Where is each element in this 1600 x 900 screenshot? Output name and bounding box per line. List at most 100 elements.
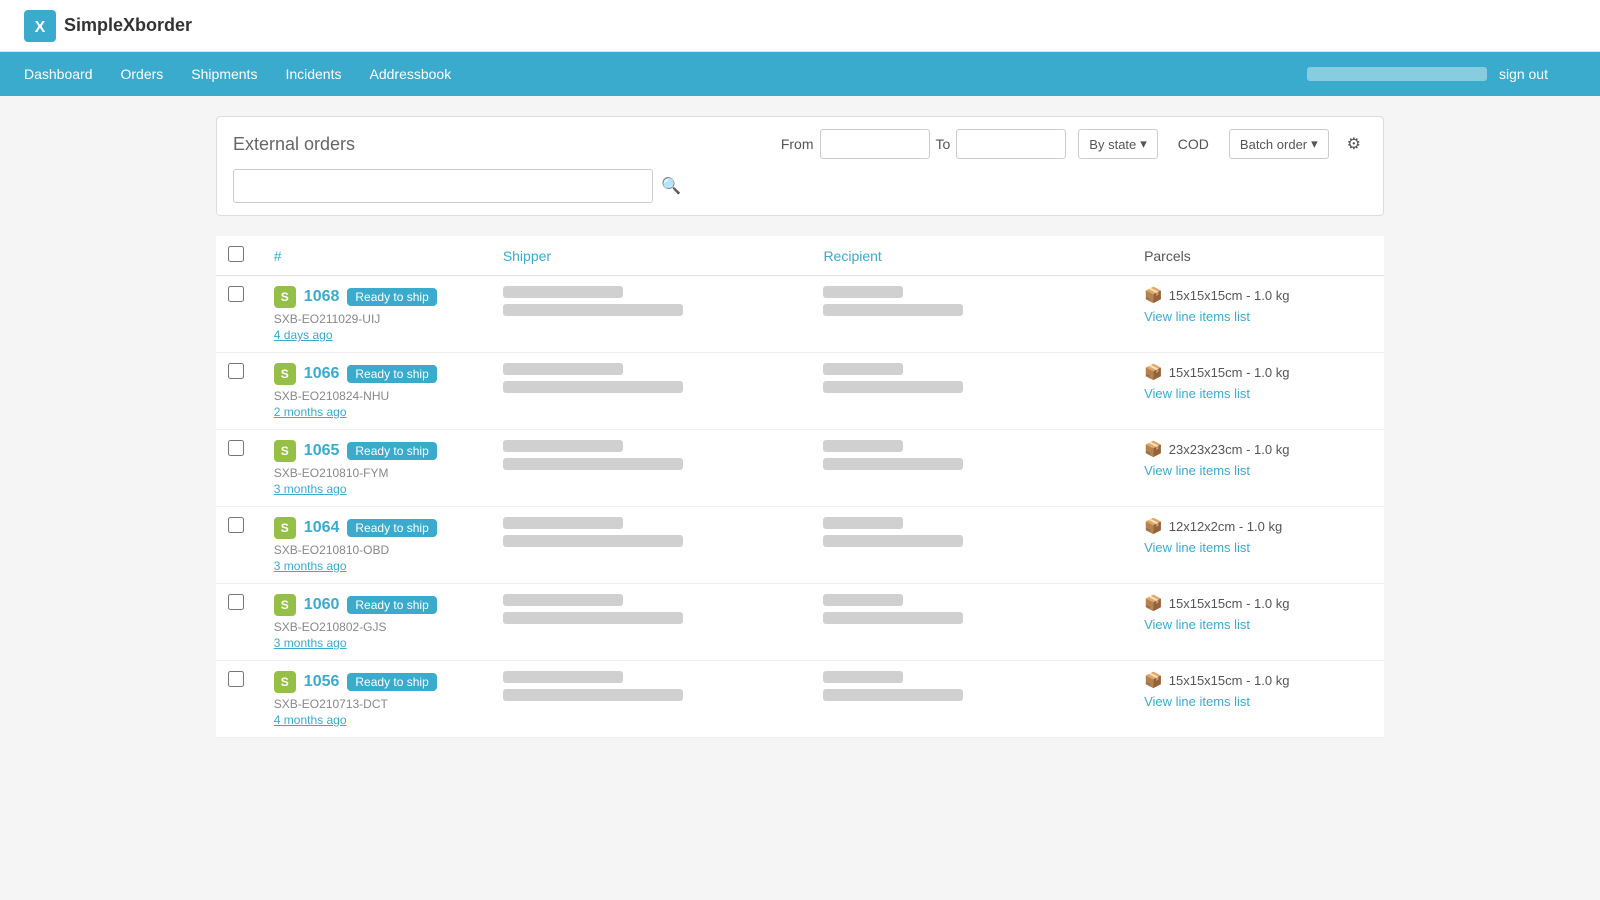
order-number: 1060 [304, 596, 340, 614]
logo-icon: X [24, 10, 56, 42]
view-line-items-link[interactable]: View line items list [1144, 694, 1250, 709]
row-checkbox[interactable] [228, 517, 244, 533]
parcels-cell: 📦 15x15x15cm - 1.0 kg View line items li… [1132, 276, 1384, 353]
shipper-cell [491, 353, 812, 430]
status-badge: Ready to ship [347, 365, 436, 383]
row-checkbox[interactable] [228, 363, 244, 379]
order-ref: SXB-EO210713-DCT [274, 697, 479, 711]
col-parcels-header: Parcels [1132, 236, 1384, 276]
view-line-items-link[interactable]: View line items list [1144, 540, 1250, 555]
recipient-info [823, 286, 1120, 316]
col-parcels-label: Parcels [1144, 248, 1191, 264]
parcel-size: 📦 23x23x23cm - 1.0 kg [1144, 440, 1372, 458]
recipient-info [823, 517, 1120, 547]
from-label: From [781, 136, 814, 152]
row-checkbox-cell [216, 661, 262, 738]
filter-row1: External orders From To By state ▾ COD B… [233, 129, 1367, 159]
parcel-dimensions: 12x12x2cm - 1.0 kg [1169, 519, 1282, 534]
recipient-address-blurred [823, 612, 963, 624]
col-shipper-label: Shipper [503, 248, 551, 264]
by-state-chevron-icon: ▾ [1140, 136, 1147, 152]
row-checkbox[interactable] [228, 286, 244, 302]
cod-button[interactable]: COD [1170, 132, 1217, 156]
table-row: S 1065 Ready to ship SXB-EO210810-FYM 3 … [216, 430, 1384, 507]
view-line-items-link[interactable]: View line items list [1144, 309, 1250, 324]
shipper-address-blurred [503, 535, 683, 547]
shipper-cell [491, 507, 812, 584]
nav-dashboard[interactable]: Dashboard [24, 66, 93, 82]
filter-bar: External orders From To By state ▾ COD B… [216, 116, 1384, 216]
main-content: External orders From To By state ▾ COD B… [200, 96, 1400, 758]
shipper-cell [491, 276, 812, 353]
shipper-info [503, 286, 800, 316]
shipper-info [503, 517, 800, 547]
select-all-checkbox[interactable] [228, 246, 244, 262]
status-badge: Ready to ship [347, 519, 436, 537]
order-time[interactable]: 3 months ago [274, 482, 479, 496]
nav-incidents[interactable]: Incidents [285, 66, 341, 82]
row-checkbox[interactable] [228, 671, 244, 687]
order-time[interactable]: 4 days ago [274, 328, 479, 342]
shipper-name-blurred [503, 440, 623, 452]
search-button[interactable]: 🔍 [661, 176, 681, 196]
parcels-cell: 📦 15x15x15cm - 1.0 kg View line items li… [1132, 353, 1384, 430]
shipper-cell [491, 584, 812, 661]
sign-out-link[interactable]: sign out [1499, 66, 1548, 82]
shopify-icon: S [274, 594, 296, 616]
nav-shipments[interactable]: Shipments [191, 66, 257, 82]
shipper-info [503, 440, 800, 470]
parcel-icon: 📦 [1144, 286, 1163, 304]
parcel-size: 📦 15x15x15cm - 1.0 kg [1144, 286, 1372, 304]
from-date-input[interactable] [820, 129, 930, 159]
app-name: SimpleXborder [64, 15, 192, 36]
parcel-dimensions: 15x15x15cm - 1.0 kg [1169, 596, 1290, 611]
to-date-input[interactable] [956, 129, 1066, 159]
parcel-dimensions: 23x23x23cm - 1.0 kg [1169, 442, 1290, 457]
settings-gear-button[interactable]: ⚙ [1341, 132, 1367, 156]
shipper-address-blurred [503, 458, 683, 470]
order-number-cell: S 1066 Ready to ship SXB-EO210824-NHU 2 … [262, 353, 491, 430]
recipient-cell [811, 584, 1132, 661]
view-line-items-link[interactable]: View line items list [1144, 617, 1250, 632]
orders-table: # Shipper Recipient Parcels S [216, 236, 1384, 738]
parcels-cell: 📦 15x15x15cm - 1.0 kg View line items li… [1132, 584, 1384, 661]
search-input[interactable] [233, 169, 653, 203]
order-time[interactable]: 2 months ago [274, 405, 479, 419]
col-shipper-header: Shipper [491, 236, 812, 276]
order-time[interactable]: 3 months ago [274, 559, 479, 573]
recipient-info [823, 594, 1120, 624]
order-number: 1068 [304, 288, 340, 306]
col-hash-label: # [274, 248, 282, 264]
parcel-icon: 📦 [1144, 440, 1163, 458]
by-state-button[interactable]: By state ▾ [1078, 129, 1158, 159]
view-line-items-link[interactable]: View line items list [1144, 386, 1250, 401]
nav-addressbook[interactable]: Addressbook [370, 66, 452, 82]
shipper-name-blurred [503, 517, 623, 529]
recipient-address-blurred [823, 304, 963, 316]
order-number: 1064 [304, 519, 340, 537]
nav-orders[interactable]: Orders [121, 66, 164, 82]
parcel-size: 📦 15x15x15cm - 1.0 kg [1144, 594, 1372, 612]
table-row: S 1064 Ready to ship SXB-EO210810-OBD 3 … [216, 507, 1384, 584]
recipient-info [823, 440, 1120, 470]
recipient-info [823, 671, 1120, 701]
recipient-address-blurred [823, 458, 963, 470]
batch-order-button[interactable]: Batch order ▾ [1229, 129, 1329, 159]
row-checkbox[interactable] [228, 440, 244, 456]
view-line-items-link[interactable]: View line items list [1144, 463, 1250, 478]
parcel-icon: 📦 [1144, 517, 1163, 535]
row-checkbox-cell [216, 276, 262, 353]
recipient-name-blurred [823, 286, 903, 298]
shipper-info [503, 594, 800, 624]
recipient-name-blurred [823, 363, 903, 375]
batch-order-chevron-icon: ▾ [1311, 136, 1318, 152]
order-time[interactable]: 4 months ago [274, 713, 479, 727]
shipper-info [503, 671, 800, 701]
row-checkbox[interactable] [228, 594, 244, 610]
parcel-size: 📦 15x15x15cm - 1.0 kg [1144, 363, 1372, 381]
parcel-size: 📦 15x15x15cm - 1.0 kg [1144, 671, 1372, 689]
order-number-cell: S 1056 Ready to ship SXB-EO210713-DCT 4 … [262, 661, 491, 738]
row-checkbox-cell [216, 584, 262, 661]
parcels-cell: 📦 12x12x2cm - 1.0 kg View line items lis… [1132, 507, 1384, 584]
order-time[interactable]: 3 months ago [274, 636, 479, 650]
